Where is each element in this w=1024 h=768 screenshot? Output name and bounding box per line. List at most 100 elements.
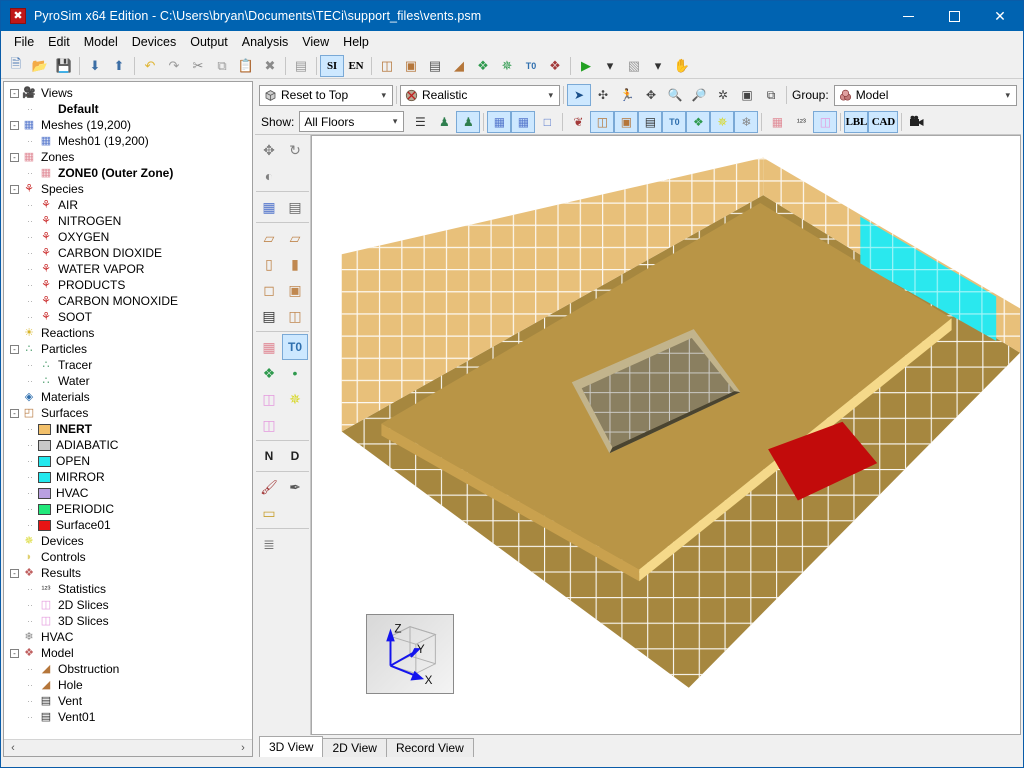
tree-expander[interactable]: -	[10, 648, 19, 658]
show-holes-button[interactable]: ▣	[614, 110, 639, 133]
tree-node[interactable]: ·· ⚘ WATER VAPOR	[6, 261, 252, 277]
tree-node[interactable]: ✵ Devices	[6, 533, 252, 549]
delete-button[interactable]: ✖	[258, 55, 282, 77]
tree-node[interactable]: ❄ HVAC	[6, 629, 252, 645]
new-particle-button[interactable]: ❖	[471, 55, 495, 77]
orbit-tool[interactable]: ✣	[591, 84, 615, 106]
close-button[interactable]: ✕	[977, 1, 1023, 31]
move-tool[interactable]: ✥	[256, 137, 282, 163]
new-file-button[interactable]: 🗎	[4, 55, 28, 77]
zoom-selection-tool[interactable]: ⧉	[759, 84, 783, 106]
new-frame[interactable]: ▣	[282, 277, 308, 303]
scroll-right-arrow[interactable]: ›	[236, 742, 250, 754]
tree-node[interactable]: - 🎥 Views	[6, 85, 252, 101]
new-particle-tool[interactable]: ❖	[256, 360, 282, 386]
results-dropdown-button[interactable]: ▾	[646, 55, 670, 77]
tree-node[interactable]: ·· ▤ Vent	[6, 693, 252, 709]
tree-node[interactable]: ·· ◢ Hole	[6, 677, 252, 693]
run-simulation-button[interactable]: ▶	[574, 55, 598, 77]
tree-node[interactable]: ◈ Materials	[6, 389, 252, 405]
tree-expander[interactable]: -	[10, 408, 19, 418]
new-zone-tool[interactable]: ▦	[256, 334, 282, 360]
tree-node[interactable]: ·· ¹²³ Statistics	[6, 581, 252, 597]
cad-toggle-button[interactable]: CAD	[868, 110, 899, 133]
new-label-tool[interactable]: T0	[282, 334, 308, 360]
tree-expander[interactable]: -	[10, 88, 19, 98]
show-statistics-button[interactable]: ¹²³	[789, 111, 813, 133]
menu-devices[interactable]: Devices	[125, 32, 183, 52]
tree-node[interactable]: ·· Default	[6, 101, 252, 117]
stop-button[interactable]: ✋	[670, 55, 694, 77]
units-si-button[interactable]: SI	[320, 54, 344, 77]
tree-node[interactable]: ·· ◫ 3D Slices	[6, 613, 252, 629]
new-slab[interactable]: ▱	[256, 225, 282, 251]
lbl-toggle-button[interactable]: LBL	[844, 110, 869, 133]
mirror-tool[interactable]: ◐	[256, 163, 282, 189]
new-wall[interactable]: ▯	[256, 251, 282, 277]
edit-properties-button[interactable]: ▤	[289, 55, 313, 77]
pan-tool[interactable]: ✥	[639, 84, 663, 106]
tab-2d-view[interactable]: 2D View	[322, 738, 387, 757]
list-tool[interactable]: ≣	[256, 531, 282, 557]
chevron-down-icon[interactable]: ▾	[377, 90, 390, 101]
fit-tool[interactable]: ▣	[735, 84, 759, 106]
chevron-down-icon[interactable]: ▾	[1001, 90, 1014, 101]
3d-viewport[interactable]: Z Y X	[311, 135, 1021, 735]
new-device-tool[interactable]: ✵	[282, 386, 308, 412]
tree-expander[interactable]: -	[10, 184, 19, 194]
new-obstruction-tool[interactable]: ◫	[282, 303, 308, 329]
new-particle-single[interactable]: •	[282, 360, 308, 386]
zoom-region-tool[interactable]: 🔎	[687, 84, 711, 106]
new-box[interactable]: ◻	[256, 277, 282, 303]
copy-button[interactable]: ⧉	[210, 55, 234, 77]
minimize-button[interactable]	[885, 1, 931, 31]
run-dropdown-button[interactable]: ▾	[598, 55, 622, 77]
chevron-down-icon[interactable]: ▾	[544, 90, 557, 101]
show-zones-button[interactable]: ▦	[765, 111, 789, 133]
show-labels-button[interactable]: T0	[662, 110, 687, 133]
new-device-button[interactable]: ✵	[495, 55, 519, 77]
show-vents-button[interactable]: ▤	[638, 110, 663, 133]
tree-horizontal-scrollbar[interactable]: ‹ ›	[4, 739, 252, 756]
reset-view-combo[interactable]: Reset to Top ▾	[259, 84, 393, 106]
tree-node[interactable]: ·· ∴ Tracer	[6, 357, 252, 373]
tree-node[interactable]: ·· ⚘ SOOT	[6, 309, 252, 325]
tab-3d-view[interactable]: 3D View	[259, 736, 324, 757]
undo-button[interactable]: ↶	[138, 55, 162, 77]
tree-node[interactable]: ·· PERIODIC	[6, 501, 252, 517]
units-en-button[interactable]: EN	[344, 55, 368, 77]
tree-node[interactable]: ·· Surface01	[6, 517, 252, 533]
tree-node[interactable]: ·· ∴ Water	[6, 373, 252, 389]
measure-tool[interactable]: ▭	[256, 500, 282, 526]
tree-node[interactable]: ·· ▦ ZONE0 (Outer Zone)	[6, 165, 252, 181]
tree-node[interactable]: - ▦ Zones	[6, 149, 252, 165]
tree-node[interactable]: ·· ⚘ PRODUCTS	[6, 277, 252, 293]
tree-expander[interactable]: -	[10, 152, 19, 162]
center-tool[interactable]: ✲	[711, 84, 735, 106]
show-person-2-button[interactable]: ♟	[456, 110, 481, 133]
tree-node[interactable]: ·· ◫ 2D Slices	[6, 597, 252, 613]
show-devices-button[interactable]: ✵	[710, 110, 735, 133]
show-obstructions-button[interactable]: ◫	[590, 110, 615, 133]
open-file-button[interactable]: 📂	[28, 55, 52, 77]
maximize-button[interactable]	[931, 1, 977, 31]
show-mesh-wire-button[interactable]: □	[535, 111, 559, 133]
new-3d-slice-tool[interactable]: ◫	[256, 412, 282, 438]
tree-node[interactable]: - ❖ Results	[6, 565, 252, 581]
new-label-button[interactable]: T0	[519, 55, 543, 77]
tree-node[interactable]: - ◰ Surfaces	[6, 405, 252, 421]
show-results-button[interactable]: ▧	[622, 55, 646, 77]
tree-node[interactable]: ·· ⚘ OXYGEN	[6, 229, 252, 245]
menu-analysis[interactable]: Analysis	[235, 32, 296, 52]
menu-model[interactable]: Model	[77, 32, 125, 52]
new-plate[interactable]: ▱	[282, 225, 308, 251]
tree-expander[interactable]: -	[10, 568, 19, 578]
tree-node[interactable]: - ❖ Model	[6, 645, 252, 661]
show-particles-button[interactable]: ❖	[686, 110, 711, 133]
zoom-tool[interactable]: 🔍	[663, 84, 687, 106]
show-slices-button[interactable]: ◫	[813, 110, 838, 133]
tree-node[interactable]: ·· INERT	[6, 421, 252, 437]
camera-button[interactable]	[905, 111, 929, 133]
export-button[interactable]: ⬆	[107, 55, 131, 77]
eyedropper-tool[interactable]: ✒	[282, 474, 308, 500]
